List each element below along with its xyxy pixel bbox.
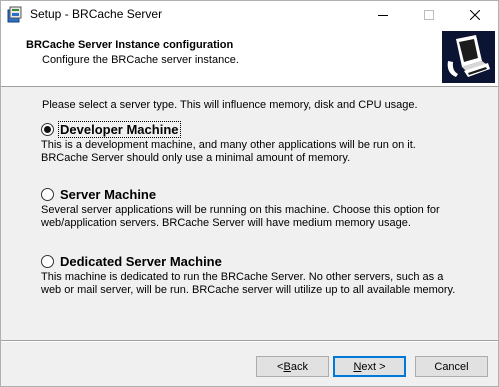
intro-text: Please select a server type. This will i… <box>42 99 418 111</box>
dedicated-server-machine-radio-row[interactable]: Dedicated Server Machine <box>41 253 481 269</box>
back-label-rest: ack <box>290 360 308 373</box>
next-accelerator: N <box>353 360 362 373</box>
page-title: BRCache Server Instance configuration <box>26 39 234 51</box>
developer-machine-radio-row[interactable]: Developer Machine <box>41 120 481 138</box>
next-button[interactable]: Next > <box>333 356 406 377</box>
server-machine-radio[interactable] <box>41 187 54 201</box>
cancel-button[interactable]: Cancel <box>415 356 488 377</box>
back-button[interactable]: < Back <box>256 356 329 377</box>
developer-machine-description: This is a development machine, and many … <box>41 139 481 165</box>
description-line: Several server applications will be runn… <box>41 204 440 216</box>
maximize-icon <box>424 10 434 20</box>
developer-machine-radio[interactable] <box>41 122 54 136</box>
server-machine-description: Several server applications will be runn… <box>41 204 481 230</box>
option-developer-machine: Developer Machine This is a development … <box>41 120 481 165</box>
bottom-separator <box>1 340 498 342</box>
server-machine-radio-row[interactable]: Server Machine <box>41 186 481 202</box>
option-server-machine: Server Machine Several server applicatio… <box>41 186 481 230</box>
setup-window: Setup - BRCache Server BRCache Server In… <box>0 0 499 387</box>
back-accelerator: B <box>283 360 291 373</box>
description-line: web/application servers. BRCache Server … <box>41 217 411 229</box>
dedicated-server-machine-label[interactable]: Dedicated Server Machine <box>59 254 223 269</box>
close-button[interactable] <box>452 1 498 29</box>
dedicated-server-machine-radio[interactable] <box>41 254 54 268</box>
developer-machine-label[interactable]: Developer Machine <box>58 120 181 138</box>
wizard-header: BRCache Server Instance configuration Co… <box>1 29 498 87</box>
next-label-rest: ext > <box>361 360 386 373</box>
maximize-button[interactable] <box>406 1 452 29</box>
title-bar: Setup - BRCache Server <box>1 1 498 29</box>
description-line: BRCache Server should only use a minimal… <box>41 152 351 164</box>
description-line: This machine is dedicated to run the BRC… <box>41 271 444 283</box>
dedicated-server-machine-description: This machine is dedicated to run the BRC… <box>41 271 481 297</box>
page-subtitle: Configure the BRCache server instance. <box>42 54 239 66</box>
minimize-button[interactable] <box>360 1 406 29</box>
minimize-icon <box>378 15 388 16</box>
window-title: Setup - BRCache Server <box>30 7 163 21</box>
description-line: This is a development machine, and many … <box>41 139 416 151</box>
setup-installer-icon <box>7 6 22 23</box>
description-line: web or mail server, will be run. BRCache… <box>41 284 456 296</box>
server-computer-icon <box>442 31 495 83</box>
close-icon <box>470 10 480 20</box>
option-dedicated-server-machine: Dedicated Server Machine This machine is… <box>41 253 481 297</box>
server-machine-label[interactable]: Server Machine <box>59 187 157 202</box>
